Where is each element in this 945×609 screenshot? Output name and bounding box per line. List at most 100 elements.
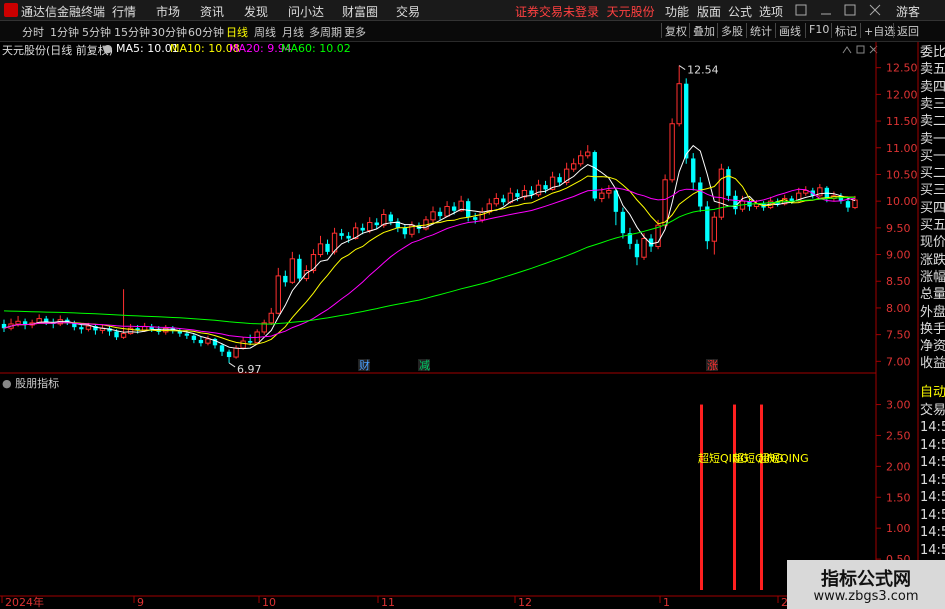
candle-body [698, 182, 703, 207]
sidebar-item: 买五 [920, 218, 945, 233]
site-watermark: 指标公式网 www.zbgs3.com [787, 560, 945, 609]
candle-body [684, 83, 689, 159]
sidebar-item: 买四 [920, 200, 945, 216]
candle-body [79, 327, 84, 330]
signal-bar [733, 404, 736, 590]
signal-bar [760, 404, 763, 590]
candle-body [388, 214, 393, 222]
y-tick-label: 7.50 [886, 329, 911, 342]
sidebar-item: 外盘 [920, 304, 945, 320]
sidebar-item: 现价 [920, 235, 945, 251]
sidebar-item: 卖三 [920, 96, 945, 112]
high-pointer [678, 65, 686, 70]
candle-body [437, 211, 443, 217]
sidebar-item: 涨幅 [920, 269, 945, 285]
candle-body [374, 222, 379, 226]
candle-body [219, 345, 225, 352]
sidebar-item: 买三 [920, 183, 945, 199]
candle-body [620, 211, 626, 234]
candle-body [114, 331, 119, 338]
x-tick-label: 10 [262, 596, 276, 609]
candle-body [845, 201, 851, 208]
quote-sidebar: 委比 卖五 卖四 卖三 卖二 卖一 买一 买二 买三 买四 买五 现价 涨跌 涨幅 总量 外盘 换手 净资 收益 [918, 44, 945, 374]
candle-body [578, 155, 584, 165]
candle-body [247, 341, 253, 343]
candle-body [451, 206, 457, 211]
sidebar-item: 卖二 [920, 114, 945, 130]
candle-body [184, 333, 190, 336]
low-pointer [228, 362, 236, 368]
sub_sidebar-item: 14:56 [920, 437, 945, 453]
candle-body [599, 192, 605, 199]
candle-body [85, 325, 92, 330]
candle-body [120, 333, 127, 338]
sub-y-tick-label: 1.00 [886, 522, 911, 535]
sidebar-item: 净资 [920, 339, 945, 355]
candle-body [676, 83, 682, 125]
ma10-line [3, 175, 856, 345]
candle-body [346, 235, 351, 239]
candle-body [852, 199, 858, 209]
candle-body [473, 217, 478, 220]
y-tick-label: 12.00 [886, 88, 918, 101]
x-tick-label: 12 [518, 596, 532, 609]
candle-body [543, 185, 548, 190]
x-tick-label: 11 [381, 596, 395, 609]
y-tick-label: 12.50 [886, 62, 918, 75]
candle-body [268, 312, 274, 324]
high-price-label: 12.54 [687, 64, 719, 77]
sub-toggle-icon[interactable]: ● [2, 377, 12, 390]
candle-body [367, 222, 373, 232]
y-tick-label: 10.50 [886, 168, 918, 181]
candle-body [493, 197, 499, 205]
sidebar-item: 卖五 [920, 62, 945, 78]
candle-body [606, 189, 612, 194]
sidebar-item: 涨跌 [920, 252, 945, 268]
watermark-title: 指标公式网 [821, 569, 911, 590]
y-tick-label: 7.00 [886, 355, 911, 368]
sub-indicator-title-text: 股朋指标 [15, 377, 60, 390]
candle-body [297, 258, 302, 279]
candle-body [191, 335, 197, 340]
candle-body [430, 211, 436, 221]
candle-body [705, 206, 710, 242]
sidebar-item: 委比 [920, 45, 945, 60]
candle-body [233, 347, 239, 358]
candle-body [283, 275, 288, 283]
candle-body [585, 151, 591, 157]
x-tick-label: 1 [663, 596, 670, 609]
y-tick-label: 11.00 [886, 142, 918, 155]
sidebar-item: 总量 [920, 287, 945, 303]
sub_sidebar-item: 14:56 [920, 455, 945, 470]
sub-y-tick-label: 2.50 [886, 429, 911, 442]
candle-body [15, 320, 21, 325]
candle-body [205, 338, 211, 344]
candle-body [240, 340, 246, 349]
candle-body [44, 318, 49, 322]
y-tick-label: 9.50 [886, 222, 911, 235]
price-chart[interactable]: 12.5012.0011.5011.0010.5010.009.509.008.… [0, 0, 945, 609]
candle-body [733, 195, 738, 210]
candle-body [402, 227, 408, 235]
candle-body [655, 224, 661, 248]
signal-bar [700, 404, 703, 590]
candle-body [479, 211, 485, 221]
sub_sidebar-item: 14:56 [920, 420, 945, 435]
candle-body [444, 205, 450, 217]
sub_sidebar-item: 交易 [920, 402, 945, 418]
candle-body [289, 258, 296, 283]
sidebar-item: 换手 [920, 321, 945, 337]
candle-body [662, 179, 668, 226]
sub-y-tick-label: 1.50 [886, 491, 911, 504]
sub_sidebar-item: 14:56 [920, 472, 945, 488]
candle-body [634, 243, 640, 258]
candle-body [339, 233, 344, 236]
candle-body [726, 169, 731, 196]
sidebar-item: 卖四 [920, 79, 945, 95]
y-tick-label: 10.00 [886, 195, 918, 208]
event-marker: 财 [359, 358, 370, 372]
candle-body [570, 163, 577, 170]
candle-body [691, 158, 696, 183]
candle-body [310, 254, 317, 272]
candle-body [641, 238, 647, 258]
